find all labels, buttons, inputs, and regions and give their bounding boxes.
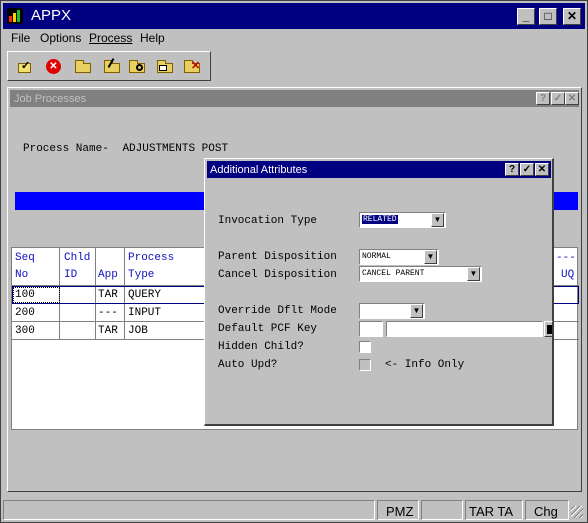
override-dflt-mode-select[interactable]: ▼ [359,303,425,319]
cancel-disposition-select[interactable]: CANCEL PARENT ▼ [359,266,482,282]
header-process: Process [128,252,175,264]
cell-seq[interactable]: 300 [15,325,35,337]
invocation-type-select[interactable]: RELATED ▼ [359,212,446,228]
find-folder-icon[interactable] [128,58,146,75]
default-pcf-key-label: Default PCF Key [218,323,318,335]
status-panel-empty [421,500,463,520]
header-right-top: --- [556,252,576,264]
cancel-icon[interactable]: ✕ [45,58,63,75]
process-name-value: ADJUSTMENTS POST [122,143,229,155]
header-seq: Seq [15,252,35,264]
title-bar[interactable]: APPX _ □ ✕ [3,3,585,29]
app-window: APPX _ □ ✕ File Options Process Help ✓ ✕… [0,0,588,523]
child-help-button[interactable]: ? [536,92,550,105]
toolbar: ✓ ✕ ✕ [7,51,211,81]
status-panel-pmz: PMZ [377,500,419,520]
dialog-title-bar[interactable]: Additional Attributes ? ✓ ✕ [207,161,551,178]
chevron-down-icon[interactable]: ▼ [424,250,437,264]
cell-type[interactable]: INPUT [128,307,161,319]
status-panel-user: TAR TA [465,500,523,520]
close-button[interactable]: ✕ [563,8,581,25]
copy-folder-icon[interactable] [156,58,174,75]
cell-app[interactable]: TAR [98,325,118,337]
status-bar: PMZ TAR TA Chg [3,500,585,520]
chevron-down-icon[interactable]: ▼ [431,213,444,227]
status-panel-mode: Chg [525,500,569,520]
additional-attributes-dialog: Additional Attributes ? ✓ ✕ Invocation T… [204,158,554,426]
maximize-button[interactable]: □ [539,8,557,25]
header-chld: Chld [64,252,91,264]
cancel-disposition-label: Cancel Disposition [218,269,337,281]
appx-logo-icon [7,8,23,24]
hidden-child-checkbox[interactable] [359,341,371,353]
parent-disposition-value: NORMAL [362,252,391,261]
process-name-label: Process Name- [23,143,109,155]
dialog-close-button[interactable]: ✕ [535,163,549,176]
delete-folder-icon[interactable]: ✕ [183,58,201,75]
info-only-note: <- Info Only [385,359,465,371]
hidden-child-label: Hidden Child? [218,341,304,353]
parent-disposition-select[interactable]: NORMAL ▼ [359,249,439,265]
chevron-down-icon[interactable]: ▼ [410,304,423,318]
cell-type[interactable]: QUERY [128,289,161,301]
new-folder-icon[interactable] [74,58,92,75]
status-panel-main [3,500,375,520]
header-app: App [98,269,118,281]
edit-folder-icon[interactable] [103,58,121,75]
invocation-type-value: RELATED [362,215,398,224]
auto-upd-checkbox[interactable] [359,359,371,371]
header-no: No [15,269,29,281]
header-type: Type [128,269,155,281]
cell-seq[interactable]: 100 [15,289,35,301]
header-id: ID [64,269,78,281]
cell-app[interactable]: TAR [98,289,118,301]
chevron-down-icon[interactable]: ▼ [467,267,480,281]
header-uq: UQ [561,269,575,281]
pcf-key-field-2[interactable] [386,321,543,337]
resize-grip-icon[interactable] [571,506,583,518]
menu-options[interactable]: Options [40,31,81,45]
child-ok-button[interactable]: ✓ [551,92,565,105]
menu-bar: File Options Process Help [3,29,585,47]
dialog-help-button[interactable]: ? [505,163,519,176]
dialog-title: Additional Attributes [210,164,308,176]
pcf-key-field-1[interactable] [359,321,383,337]
invocation-type-label: Invocation Type [218,215,318,227]
lookup-icon[interactable] [544,321,553,337]
child-close-button[interactable]: ✕ [565,92,579,105]
cell-type[interactable]: JOB [128,325,148,337]
menu-process[interactable]: Process [89,31,132,45]
child-window-title: Job Processes [14,93,87,105]
child-title-bar[interactable]: Job Processes ? ✓ ✕ [10,90,579,107]
window-title: APPX [31,7,72,24]
auto-upd-label: Auto Upd? [218,359,278,371]
dialog-ok-button[interactable]: ✓ [520,163,534,176]
minimize-button[interactable]: _ [517,8,535,25]
override-dflt-mode-label: Override Dflt Mode [218,305,337,317]
menu-help[interactable]: Help [140,31,165,45]
cell-seq[interactable]: 200 [15,307,35,319]
cancel-disposition-value: CANCEL PARENT [362,269,425,278]
menu-file[interactable]: File [11,31,30,45]
check-edit-icon[interactable]: ✓ [16,58,34,75]
parent-disposition-label: Parent Disposition [218,251,337,263]
process-name-row: Process Name- ADJUSTMENTS POST [23,143,228,155]
cell-app[interactable]: --- [98,307,118,319]
